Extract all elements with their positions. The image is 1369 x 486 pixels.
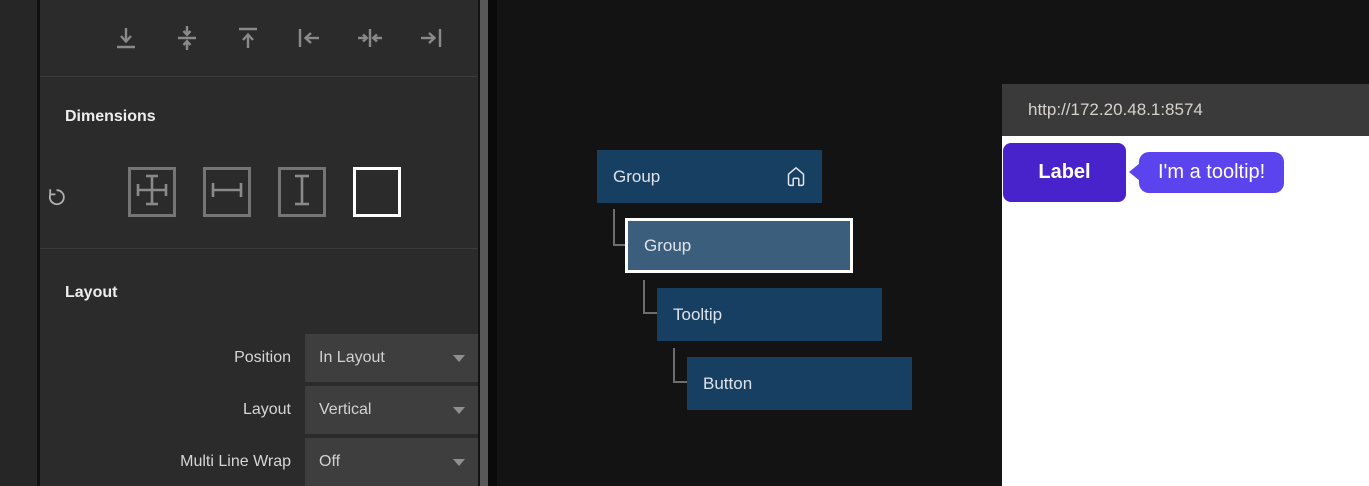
position-row: Position In Layout (65, 334, 478, 382)
tree-node-label: Button (703, 374, 896, 394)
dimension-mode-fixed-size[interactable] (353, 167, 401, 217)
chevron-down-icon (453, 407, 465, 414)
rotate-ccw-icon (47, 194, 66, 211)
dimension-mode-group (128, 167, 401, 217)
dimension-mode-fill-horizontal[interactable] (203, 167, 251, 217)
multi-line-wrap-label: Multi Line Wrap (65, 453, 291, 471)
center-horizontally-button[interactable] (357, 25, 383, 51)
browser-url-bar[interactable]: http://172.20.48.1:8574 (1002, 84, 1369, 136)
alignment-toolbar (40, 0, 478, 77)
inspector-panel: Dimensions (40, 0, 478, 486)
left-rail (0, 0, 37, 486)
tooltip-text: I'm a tooltip! (1158, 161, 1265, 184)
dimensions-section: Dimensions (40, 108, 478, 249)
fill-vertical-icon (284, 171, 320, 214)
tooltip-bubble: I'm a tooltip! (1139, 152, 1284, 193)
multi-line-wrap-value: Off (319, 453, 340, 470)
fill-both-icon (134, 171, 170, 214)
multi-line-wrap-dropdown[interactable]: Off (305, 438, 478, 486)
position-label: Position (65, 349, 291, 367)
align-right-icon (418, 25, 444, 51)
tree-connector (613, 209, 625, 246)
label-button[interactable]: Label (1003, 143, 1126, 202)
canvas-edge (488, 0, 497, 486)
dimension-mode-fill-vertical[interactable] (278, 167, 326, 217)
layout-heading: Layout (65, 284, 478, 302)
center-vertically-button[interactable] (174, 25, 200, 51)
label-button-text: Label (1038, 161, 1090, 184)
dimension-mode-fill-both[interactable] (128, 167, 176, 217)
align-bottom-icon (113, 25, 139, 51)
tree-node-button[interactable]: Button (687, 357, 912, 410)
tree-node-tooltip[interactable]: Tooltip (657, 288, 882, 341)
app-window: Dimensions (0, 0, 1369, 486)
layout-label: Layout (65, 401, 291, 419)
center-horizontally-icon (357, 25, 383, 51)
reset-dimensions-button[interactable] (47, 187, 66, 207)
tree-connector (643, 280, 657, 314)
multi-line-wrap-row: Multi Line Wrap Off (65, 438, 478, 486)
tree-node-group-selected[interactable]: Group (625, 218, 853, 273)
align-right-button[interactable] (418, 25, 444, 51)
layout-row: Layout Vertical (65, 386, 478, 434)
layout-dropdown[interactable]: Vertical (305, 386, 478, 434)
url-text: http://172.20.48.1:8574 (1028, 100, 1203, 119)
layout-value: Vertical (319, 401, 371, 418)
position-dropdown[interactable]: In Layout (305, 334, 478, 382)
align-bottom-button[interactable] (113, 25, 139, 51)
tree-connector (673, 348, 687, 383)
align-top-button[interactable] (235, 25, 261, 51)
align-left-button[interactable] (296, 25, 322, 51)
chevron-down-icon (453, 355, 465, 362)
position-value: In Layout (319, 349, 385, 366)
tree-node-label: Group (613, 167, 786, 187)
fill-horizontal-icon (209, 171, 245, 214)
layout-section: Layout Position In Layout Layout Vertica… (40, 284, 478, 486)
chevron-down-icon (453, 459, 465, 466)
center-vertically-icon (174, 25, 200, 51)
tree-node-label: Group (644, 236, 834, 256)
align-left-icon (296, 25, 322, 51)
dimensions-heading: Dimensions (65, 108, 478, 126)
inspector-scrollbar[interactable] (480, 0, 488, 486)
align-top-icon (235, 25, 261, 51)
tree-node-label: Tooltip (673, 305, 866, 325)
preview-page: Label I'm a tooltip! (1002, 136, 1369, 486)
home-icon (786, 165, 806, 188)
tree-node-group-root[interactable]: Group (597, 150, 822, 203)
